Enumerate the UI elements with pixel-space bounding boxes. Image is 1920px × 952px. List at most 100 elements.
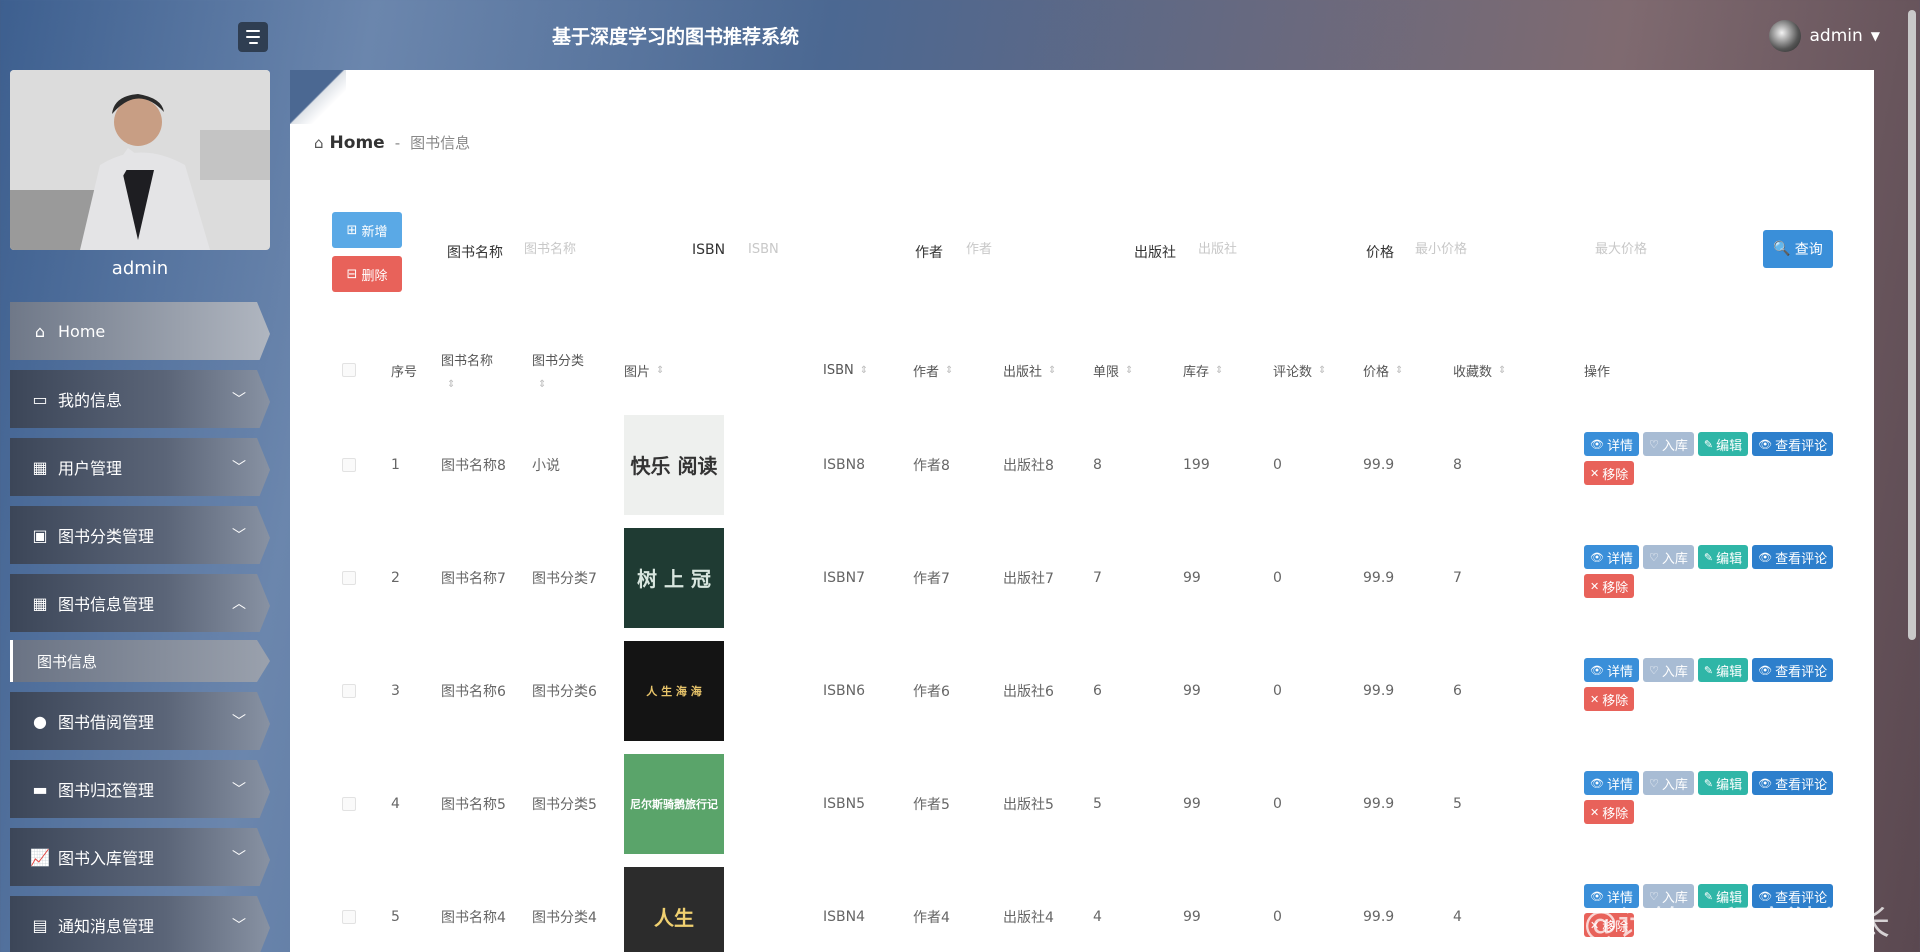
col-author[interactable]: 作者 ⇕ [913, 332, 953, 408]
plus-square-icon: ⊞ [346, 222, 358, 238]
col-author-label: 作者 [913, 364, 940, 380]
sidebar-subitem-book-info[interactable]: 图书信息 [10, 640, 270, 682]
avatar [1769, 20, 1802, 52]
book-cover[interactable]: 尼尔斯骑鹅旅行记 [624, 753, 724, 854]
sort-icon: ⇕ [1125, 364, 1134, 376]
cell-image[interactable]: 尼尔斯骑鹅旅行记 [624, 747, 724, 860]
sidebar-item-borrow[interactable]: ● 图书借阅管理 ﹀ [10, 692, 270, 750]
col-isbn[interactable]: ISBN ⇕ [823, 332, 868, 408]
cell-author: 作者6 [913, 683, 950, 700]
row-checkbox[interactable] [342, 860, 356, 952]
delete-button[interactable]: ⊟ 删除 [332, 256, 402, 292]
table-body: 1 图书名称8 小说 ISBN8 作者8 出版社8 8 199 0 99.9 8 快乐 阅读 👁 详情 ♡ 入… [330, 408, 1850, 952]
cell-isbn: ISBN7 [823, 569, 865, 586]
edit-button[interactable]: ✎ 编辑 [1697, 432, 1749, 456]
stock-in-button[interactable]: ♡ 入库 [1642, 545, 1694, 569]
select-all-checkbox[interactable] [342, 332, 356, 408]
cell-index: 5 [391, 908, 400, 925]
sidebar-item-my-info[interactable]: ▭ 我的信息 ﹀ [10, 370, 270, 428]
remove-button[interactable]: ✕ 移除 [1584, 800, 1635, 824]
sidebar-nav: ⌂ Home ▭ 我的信息 ﹀ ▦ 用户管理 ﹀ ▣ 图书分类管理 ﹀ ▦ 图书… [10, 302, 270, 952]
sidebar-item-return[interactable]: ▬ 图书归还管理 ﹀ [10, 760, 270, 818]
row-checkbox[interactable] [342, 634, 356, 747]
view-reviews-button[interactable]: 👁 查看评论 [1752, 658, 1834, 682]
view-reviews-button[interactable]: 👁 查看评论 [1752, 432, 1834, 456]
scrollbar-thumb[interactable] [1908, 10, 1916, 640]
book-table: 序号 图书名称 ⇕ 图书分类 ⇕ 图片 ⇕ ISBN ⇕ 作者 ⇕ 出版社 ⇕ 单限 ⇕ … [330, 332, 1850, 952]
page-scrollbar[interactable] [1906, 0, 1918, 952]
sidebar-item-home[interactable]: ⌂ Home [10, 302, 270, 360]
edit-button[interactable]: ✎ 编辑 [1697, 658, 1749, 682]
menu-toggle-icon[interactable] [238, 22, 268, 52]
search-isbn-input[interactable] [748, 232, 888, 266]
book-cover[interactable]: 快乐 阅读 [624, 414, 724, 515]
sort-icon: ⇕ [1498, 364, 1507, 376]
remove-button[interactable]: ✕ 移除 [1584, 687, 1635, 711]
remove-button-label: 移除 [1602, 693, 1629, 709]
edit-button[interactable]: ✎ 编辑 [1697, 545, 1749, 569]
view-reviews-button[interactable]: 👁 查看评论 [1752, 545, 1834, 569]
chevron-down-icon: ﹀ [232, 850, 246, 866]
search-author-input[interactable] [966, 232, 1106, 266]
row-checkbox[interactable] [342, 747, 356, 860]
col-price[interactable]: 价格 ⇕ [1363, 332, 1403, 408]
cell-favorites: 7 [1453, 569, 1462, 586]
sidebar-item-stock-in[interactable]: 📈 图书入库管理 ﹀ [10, 828, 270, 886]
edit-button[interactable]: ✎ 编辑 [1697, 771, 1749, 795]
detail-button[interactable]: 👁 详情 [1584, 545, 1639, 569]
sidebar-item-users[interactable]: ▦ 用户管理 ﹀ [10, 438, 270, 496]
search-name-input[interactable] [524, 232, 664, 266]
book-cover[interactable]: 树 上 冠 [624, 527, 724, 628]
col-category[interactable]: 图书分类 ⇕ [532, 332, 584, 408]
stock-in-button[interactable]: ♡ 入库 [1642, 432, 1694, 456]
stock-in-button-label: 入库 [1661, 777, 1688, 793]
col-stock[interactable]: 库存 ⇕ [1183, 332, 1223, 408]
row-checkbox[interactable] [342, 408, 356, 521]
col-publisher[interactable]: 出版社 ⇕ [1003, 332, 1056, 408]
detail-button[interactable]: 👁 详情 [1584, 432, 1639, 456]
search-price-max-input[interactable] [1595, 232, 1745, 266]
stock-in-button[interactable]: ♡ 入库 [1642, 771, 1694, 795]
col-reviews[interactable]: 评论数 ⇕ [1273, 332, 1326, 408]
col-limit[interactable]: 单限 ⇕ [1093, 332, 1133, 408]
cell-index: 2 [391, 569, 400, 586]
cell-author: 作者4 [913, 909, 950, 926]
remove-button[interactable]: ✕ 移除 [1584, 574, 1635, 598]
sidebar-item-label: 通知消息管理 [58, 917, 155, 936]
cell-category: 图书分类7 [532, 570, 597, 587]
col-name[interactable]: 图书名称 ⇕ [441, 332, 493, 408]
breadcrumb-home[interactable]: Home [330, 133, 385, 153]
profile-name: admin [111, 258, 169, 279]
watermark: CSDN @计算机程序猿学长 [1476, 904, 1890, 944]
sidebar-item-book-category[interactable]: ▣ 图书分类管理 ﹀ [10, 506, 270, 564]
cell-image[interactable]: 树 上 冠 [624, 521, 724, 634]
search-publisher-input[interactable] [1198, 232, 1338, 266]
book-cover[interactable]: 人 生 海 海 [624, 640, 724, 741]
detail-button[interactable]: 👁 详情 [1584, 658, 1639, 682]
cell-limit: 6 [1093, 682, 1102, 699]
col-image[interactable]: 图片 ⇕ [624, 332, 664, 408]
sidebar-item-book-info[interactable]: ▦ 图书信息管理 ︿ [10, 574, 270, 632]
cell-image[interactable]: 人生 [624, 860, 724, 952]
stock-in-button[interactable]: ♡ 入库 [1642, 658, 1694, 682]
sidebar-item-label: 图书借阅管理 [58, 713, 155, 732]
eye-icon: 👁 [1590, 776, 1604, 790]
stock-in-button-label: 入库 [1661, 438, 1688, 454]
remove-button[interactable]: ✕ 移除 [1584, 461, 1635, 485]
row-checkbox[interactable] [342, 521, 356, 634]
book-cover[interactable]: 人生 [624, 866, 724, 952]
cell-stock: 99 [1183, 682, 1201, 699]
sort-icon: ⇕ [1215, 364, 1224, 376]
search-price-min-input[interactable] [1415, 232, 1565, 266]
sidebar-item-notices[interactable]: ▤ 通知消息管理 ﹀ [10, 896, 270, 952]
query-button[interactable]: 🔍 查询 [1763, 230, 1833, 268]
view-reviews-button-label: 查看评论 [1775, 664, 1828, 680]
view-reviews-button[interactable]: 👁 查看评论 [1752, 771, 1834, 795]
cell-price: 99.9 [1363, 569, 1395, 586]
col-favorites[interactable]: 收藏数 ⇕ [1453, 332, 1506, 408]
cell-image[interactable]: 快乐 阅读 [624, 408, 724, 521]
add-button[interactable]: ⊞ 新增 [332, 212, 402, 248]
user-menu[interactable]: admin ▼ [1769, 20, 1880, 52]
cell-image[interactable]: 人 生 海 海 [624, 634, 724, 747]
detail-button[interactable]: 👁 详情 [1584, 771, 1639, 795]
